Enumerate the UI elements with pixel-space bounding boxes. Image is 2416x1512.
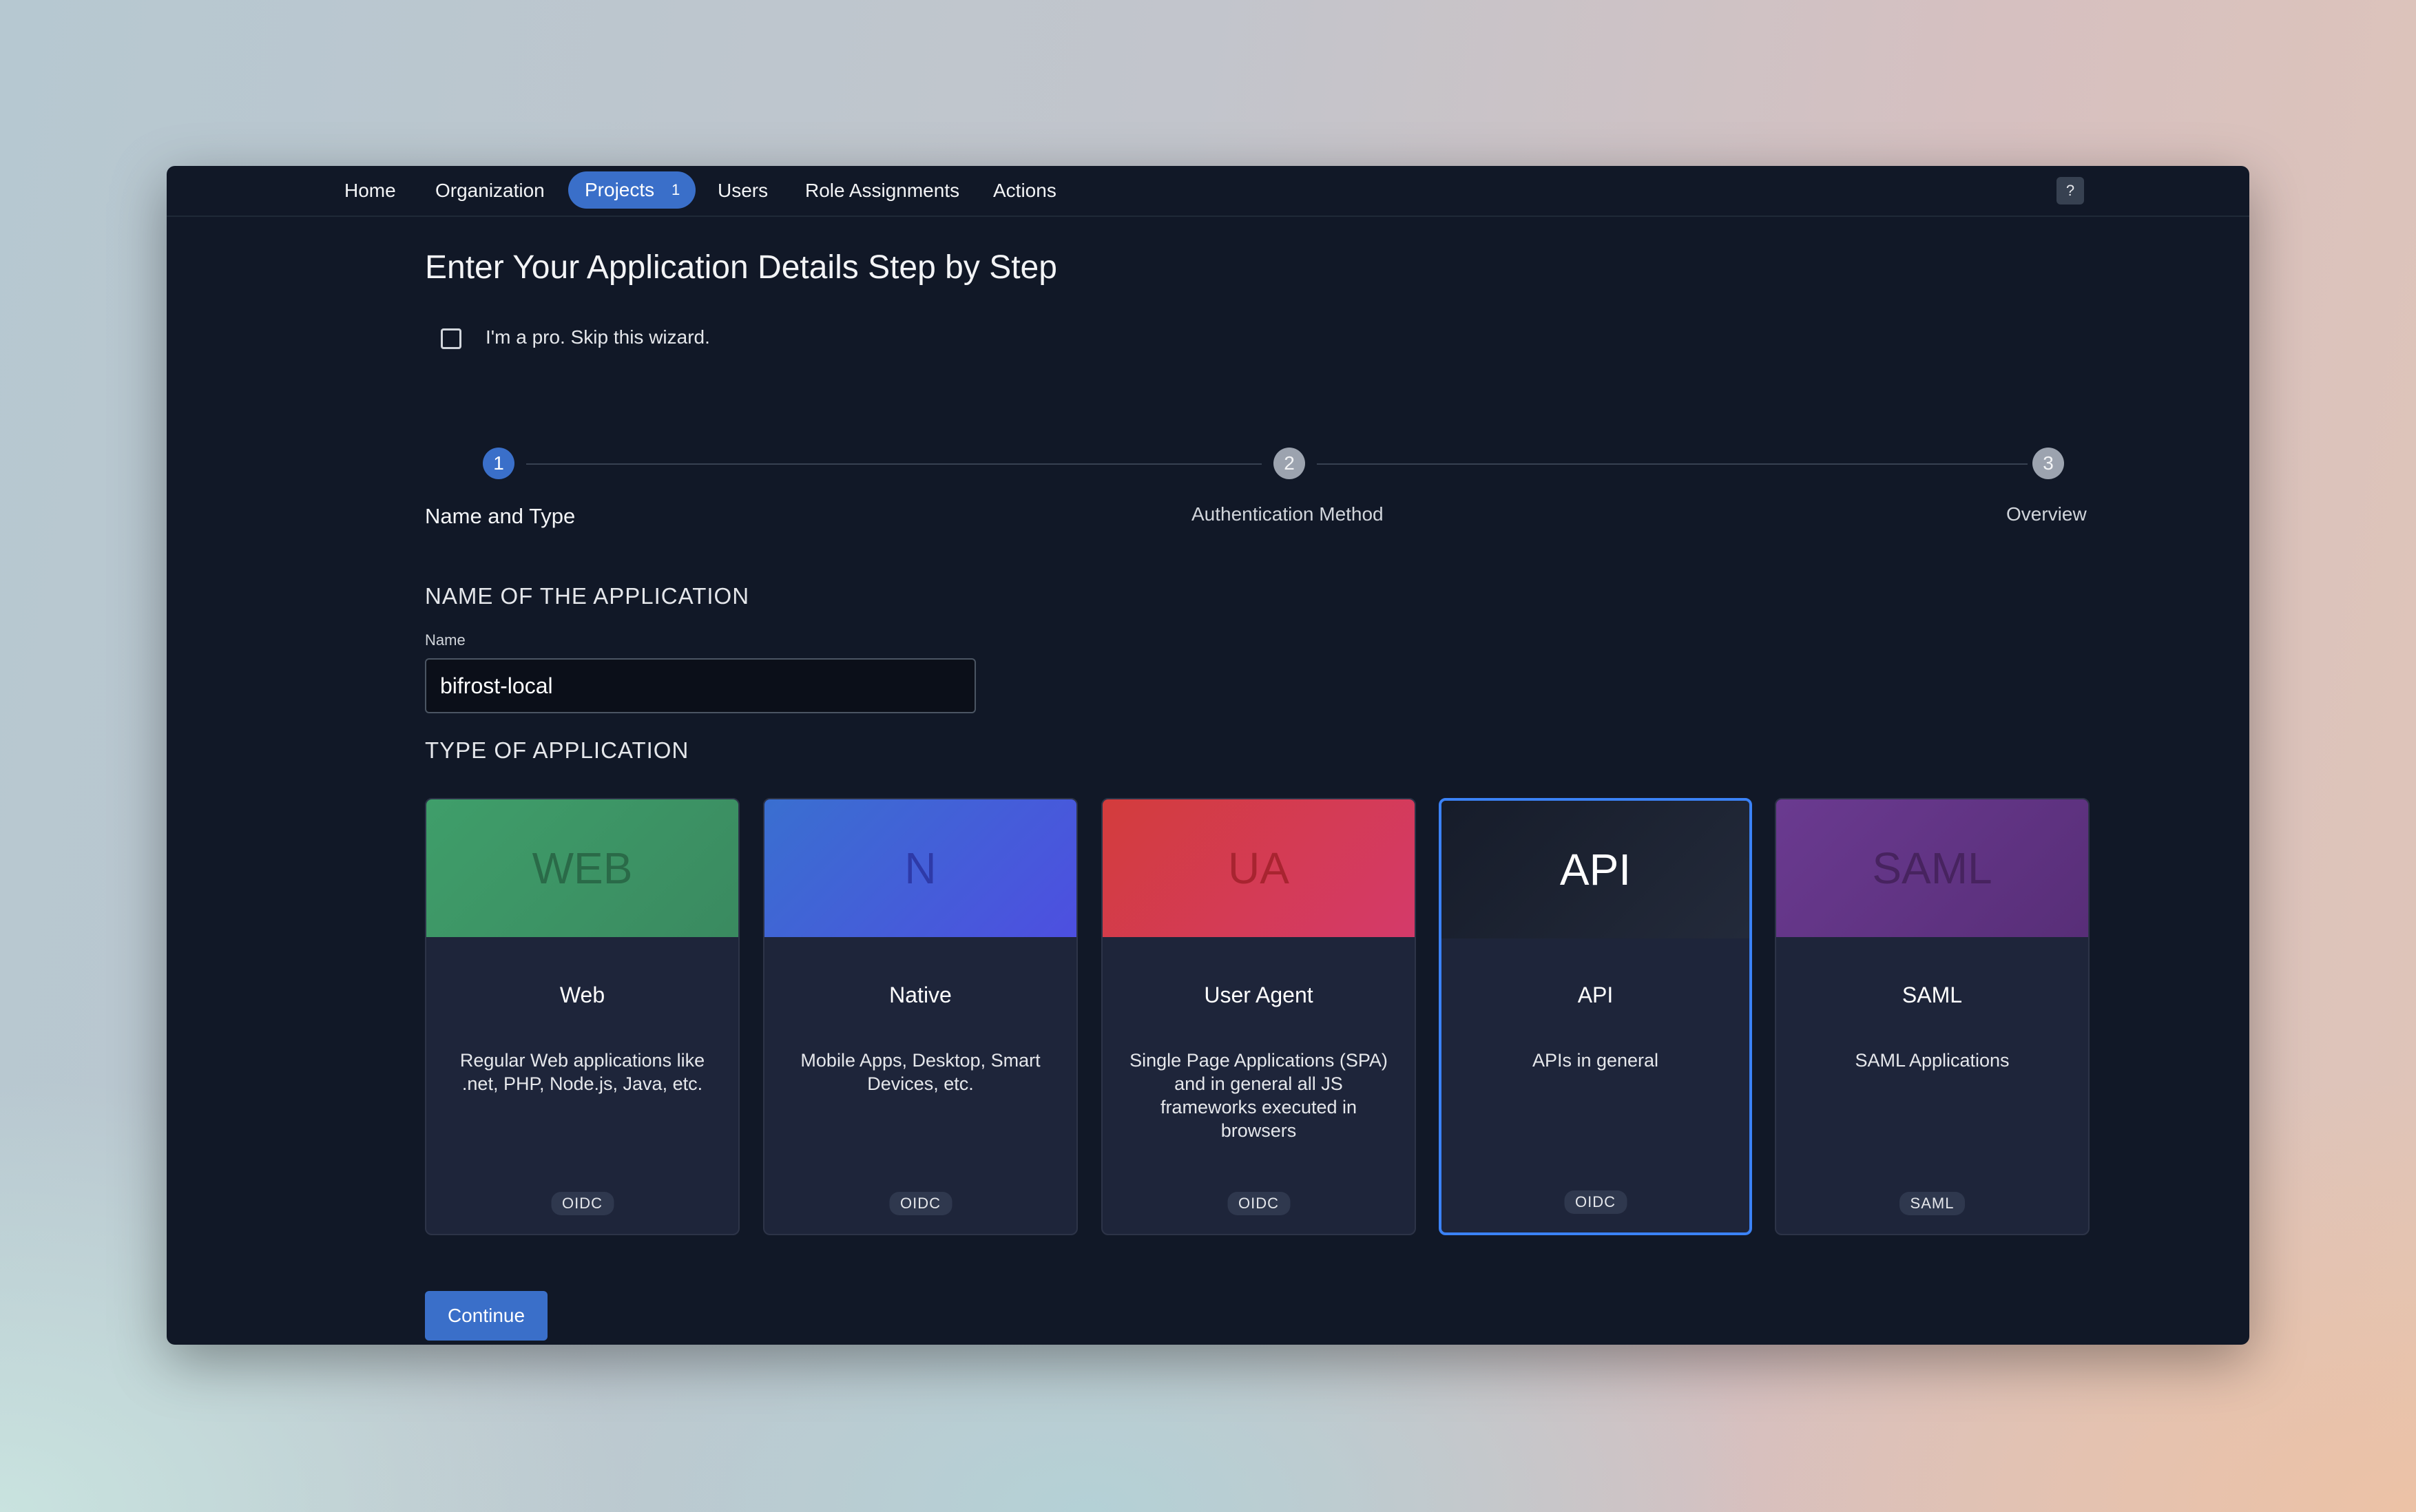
app-type-card-api[interactable]: API API APIs in general OIDC — [1439, 798, 1752, 1235]
step-1-circle: 1 — [483, 448, 514, 479]
help-button[interactable]: ? — [2056, 177, 2084, 204]
card-description: Regular Web applications like .net, PHP,… — [459, 1050, 705, 1094]
skip-wizard-label[interactable]: I'm a pro. Skip this wizard. — [486, 326, 710, 348]
step-connector — [526, 463, 1262, 465]
nav-projects-badge: 1 — [671, 181, 680, 198]
page-title: Enter Your Application Details Step by S… — [425, 249, 1057, 286]
name-input[interactable] — [425, 658, 976, 713]
nav-projects-label: Projects — [585, 179, 655, 200]
top-nav: Home Organization Projects 1 Users Role … — [167, 166, 2249, 217]
card-title: Native — [889, 983, 952, 1007]
step-1-label: Name and Type — [425, 504, 576, 528]
card-description: SAML Applications — [1855, 1050, 2010, 1071]
nav-actions[interactable]: Actions — [993, 173, 1056, 209]
name-section-title: NAME OF THE APPLICATION — [425, 583, 750, 609]
card-description: Single Page Applications (SPA) and in ge… — [1129, 1050, 1388, 1141]
nav-users[interactable]: Users — [718, 173, 768, 209]
app-type-card-native[interactable]: N Native Mobile Apps, Desktop, Smart Dev… — [763, 798, 1078, 1235]
web-banner: WEB — [426, 799, 738, 937]
card-title: User Agent — [1204, 983, 1313, 1007]
card-protocol-badge: OIDC — [1227, 1192, 1290, 1215]
card-title: API — [1577, 983, 1614, 1007]
nav-role-assignments[interactable]: Role Assignments — [805, 173, 959, 209]
nav-home[interactable]: Home — [344, 173, 396, 209]
card-title: Web — [559, 983, 605, 1007]
card-protocol-badge: OIDC — [889, 1192, 952, 1215]
app-type-card-saml[interactable]: SAML SAML SAML Applications SAML — [1775, 798, 2090, 1235]
step-2-circle: 2 — [1273, 448, 1305, 479]
api-banner: API — [1441, 801, 1749, 938]
user-agent-banner: UA — [1103, 799, 1415, 937]
step-3-circle: 3 — [2032, 448, 2064, 479]
step-connector — [1317, 463, 2028, 465]
step-3-label: Overview — [2006, 503, 2087, 525]
saml-banner: SAML — [1776, 799, 2088, 937]
nav-projects[interactable]: Projects 1 — [568, 171, 696, 209]
app-type-card-web[interactable]: WEB Web Regular Web applications like .n… — [425, 798, 740, 1235]
card-protocol-badge: OIDC — [551, 1192, 614, 1215]
nav-organization[interactable]: Organization — [435, 173, 545, 209]
card-protocol-badge: SAML — [1899, 1192, 1966, 1215]
name-field-label: Name — [425, 631, 466, 649]
card-title: SAML — [1902, 983, 1963, 1007]
app-type-card-user-agent[interactable]: UA User Agent Single Page Applications (… — [1101, 798, 1416, 1235]
continue-button[interactable]: Continue — [425, 1291, 548, 1341]
card-protocol-badge: OIDC — [1564, 1190, 1627, 1214]
app-window: Home Organization Projects 1 Users Role … — [167, 166, 2249, 1345]
native-banner: N — [764, 799, 1076, 937]
card-description: Mobile Apps, Desktop, Smart Devices, etc… — [800, 1050, 1041, 1094]
skip-wizard-checkbox[interactable] — [441, 328, 461, 349]
step-2-label: Authentication Method — [1191, 503, 1384, 525]
type-section-title: TYPE OF APPLICATION — [425, 737, 689, 763]
card-description: APIs in general — [1532, 1050, 1659, 1071]
